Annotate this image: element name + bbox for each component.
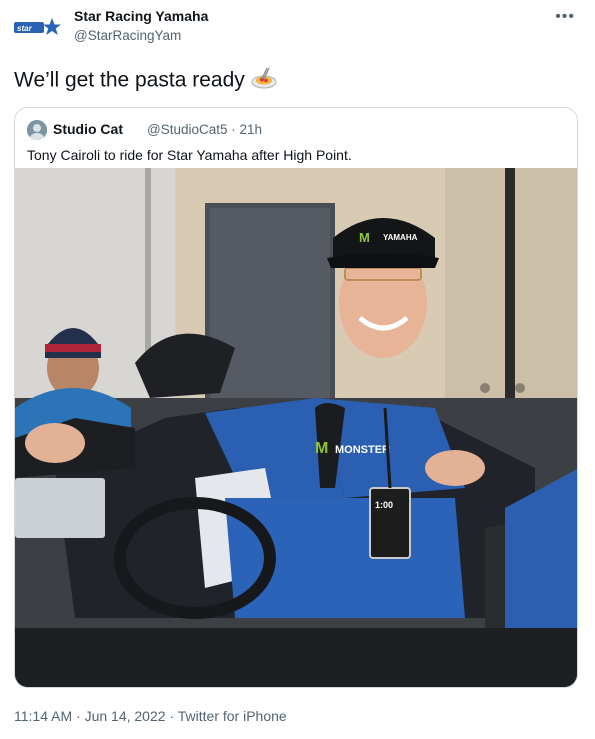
tweet-text: We’ll get the pasta ready <box>14 67 277 95</box>
svg-text:MONSTER: MONSTER <box>335 444 390 456</box>
tweet-date[interactable]: Jun 14, 2022 <box>85 708 166 724</box>
quoted-tweet-card[interactable]: Studio Cat @StudioCat5 · 21h Tony Cairol… <box>14 107 578 688</box>
quoted-avatar[interactable] <box>27 120 47 140</box>
tweet-time[interactable]: 11:14 AM <box>14 708 72 724</box>
tweet-source: Twitter for iPhone <box>177 708 287 724</box>
footer-separator-2: · <box>165 708 178 724</box>
tweet-header: star Star Racing Yamaha @StarRacingYam •… <box>14 8 581 48</box>
footer-separator: · <box>72 708 85 724</box>
svg-text:M: M <box>315 440 328 457</box>
star-racing-logo-icon[interactable]: star <box>14 16 62 38</box>
photo-hat-text: YAMAHA <box>383 233 418 242</box>
svg-text:star: star <box>17 24 33 33</box>
author-name[interactable]: Star Racing Yamaha <box>74 8 208 24</box>
author-handle[interactable]: @StarRacingYam <box>74 28 181 43</box>
tweet-footer: 11:14 AM · Jun 14, 2022 · Twitter for iP… <box>14 708 287 724</box>
tweet-text-content: We’ll get the pasta ready <box>14 68 245 92</box>
spaghetti-emoji-icon <box>251 67 277 95</box>
quoted-photo[interactable]: M MONSTER 1:00 M YAMAHA <box>15 168 578 688</box>
quoted-author-name[interactable]: Studio Cat <box>53 121 123 137</box>
svg-text:M: M <box>359 230 370 245</box>
more-options-icon[interactable]: ••• <box>555 8 575 26</box>
quoted-tweet-text: Tony Cairoli to ride for Star Yamaha aft… <box>27 147 352 163</box>
quoted-author-handle: @StudioCat5 · 21h <box>147 122 263 137</box>
photo-pass-text: 1:00 <box>375 500 393 510</box>
